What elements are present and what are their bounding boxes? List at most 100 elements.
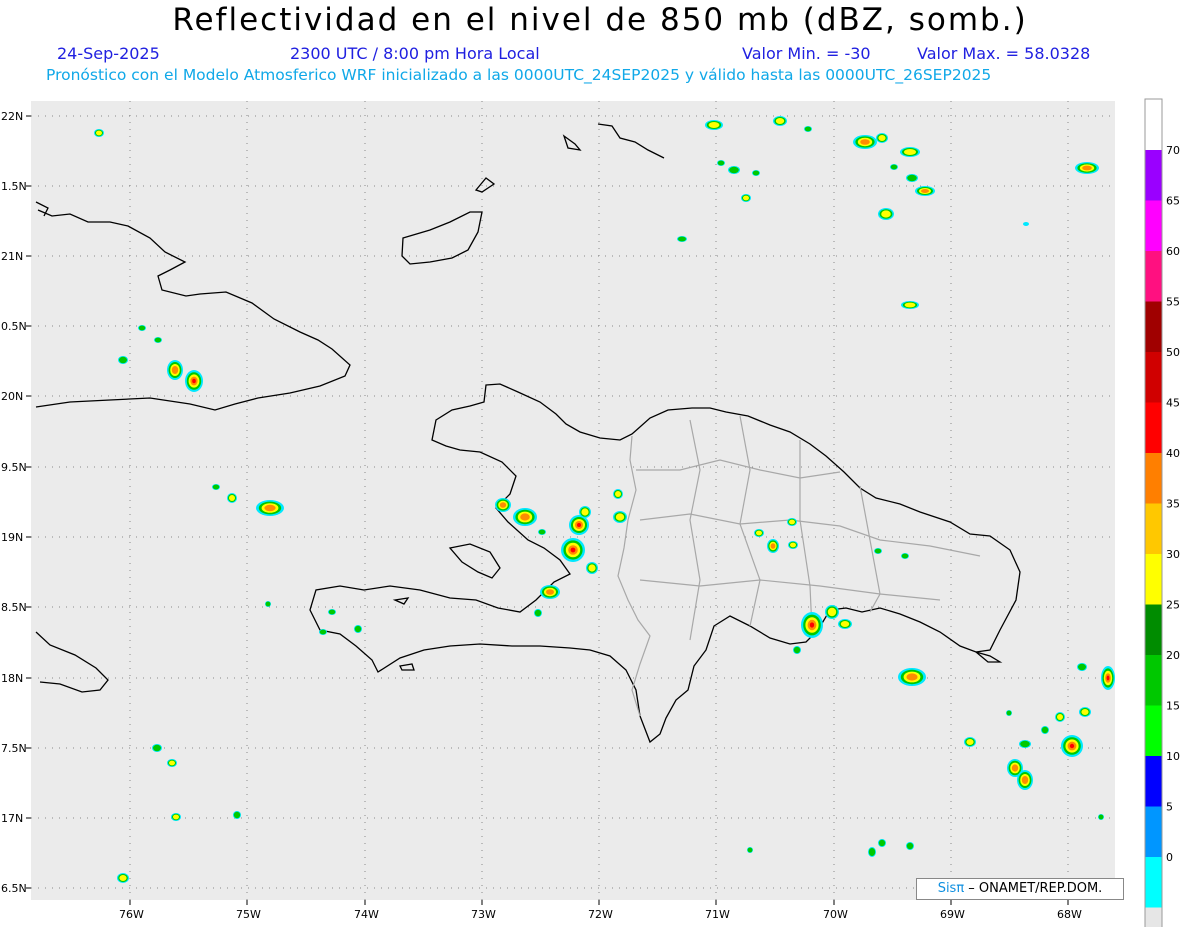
lat-tick-label: 18N	[1, 672, 23, 685]
colorbar-swatch	[1145, 907, 1162, 927]
colorbar-swatch	[1145, 150, 1162, 201]
lat-tick-label: 7.5N	[1, 742, 27, 755]
lon-tick-label: 76W	[119, 908, 144, 921]
reflectivity-cell	[677, 236, 687, 242]
colorbar-label: 15	[1166, 700, 1180, 713]
reflectivity-cell	[773, 116, 787, 126]
colorbar-label: 20	[1166, 649, 1180, 662]
reflectivity-cell	[898, 668, 926, 686]
colorbar-swatch	[1145, 604, 1162, 655]
reflectivity-cell	[513, 508, 537, 526]
reflectivity-cell	[1055, 712, 1065, 722]
reflectivity-cell	[94, 129, 104, 137]
colorbar-label: 0	[1166, 851, 1173, 864]
reflectivity-cell	[890, 164, 898, 170]
reflectivity-cell	[152, 744, 162, 752]
lat-tick-label: 17N	[1, 812, 23, 825]
lat-tick-label: 1.5N	[1, 180, 27, 193]
reflectivity-cell	[118, 356, 128, 364]
reflectivity-cell	[227, 493, 237, 503]
reflectivity-cell	[613, 511, 627, 523]
reflectivity-cell	[540, 585, 560, 599]
reflectivity-cell	[906, 174, 918, 182]
lon-tick-label: 74W	[354, 908, 379, 921]
reflectivity-cell	[868, 847, 876, 857]
reflectivity-cell	[1075, 162, 1099, 174]
colorbar-label: 25	[1166, 599, 1180, 612]
colorbar-swatch	[1145, 301, 1162, 352]
reflectivity-cell	[117, 873, 129, 883]
reflectivity-cell	[705, 120, 723, 130]
colorbar-swatch	[1145, 806, 1162, 857]
reflectivity-cell	[853, 135, 877, 149]
colorbar-swatch	[1145, 756, 1162, 807]
reflectivity-cell	[154, 337, 162, 343]
colorbar-label: 65	[1166, 195, 1180, 208]
colorbar-swatch	[1145, 352, 1162, 403]
reflectivity-cell	[901, 301, 919, 309]
reflectivity-cell	[1079, 707, 1091, 717]
reflectivity-cell	[1019, 740, 1031, 748]
lat-tick-label: 21N	[1, 250, 23, 263]
lat-tick-label: 19N	[1, 531, 23, 544]
reflectivity-cell	[838, 619, 852, 629]
lon-tick-label: 73W	[471, 908, 496, 921]
reflectivity-cell	[613, 489, 623, 499]
lon-tick-label: 75W	[236, 908, 261, 921]
colorbar-swatch	[1145, 705, 1162, 756]
lon-tick-label: 68W	[1057, 908, 1082, 921]
reflectivity-cell	[256, 500, 284, 516]
colorbar-label: 40	[1166, 447, 1180, 460]
reflectivity-cell	[495, 498, 511, 512]
colorbar-label: 60	[1166, 245, 1180, 258]
reflectivity-cell	[752, 170, 760, 176]
colorbar-label: 70	[1166, 144, 1180, 157]
lon-tick-label: 72W	[588, 908, 613, 921]
reflectivity-cell	[171, 813, 181, 821]
reflectivity-cell	[787, 518, 797, 526]
credit-text: – ONAMET/REP.DOM.	[964, 881, 1103, 896]
reflectivity-cell	[801, 612, 823, 638]
colorbar: 7065605550454035302520151050	[1144, 98, 1180, 927]
colorbar-label: 10	[1166, 750, 1180, 763]
lat-tick-label: 22N	[1, 110, 23, 123]
colorbar-label: 50	[1166, 346, 1180, 359]
reflectivity-cell	[561, 538, 585, 562]
reflectivity-cell	[569, 515, 589, 535]
colorbar-swatch	[1145, 554, 1162, 605]
reflectivity-cell	[1017, 770, 1033, 790]
reflectivity-cell	[874, 548, 882, 554]
colorbar-label: 30	[1166, 548, 1180, 561]
colorbar-swatch	[1145, 99, 1162, 150]
lat-tick-label: 9.5N	[1, 461, 27, 474]
map-background	[31, 101, 1115, 900]
reflectivity-cell	[767, 539, 779, 553]
credit-box: Sisπ – ONAMET/REP.DOM.	[916, 878, 1124, 900]
reflectivity-cell	[167, 360, 183, 380]
reflectivity-cell	[754, 529, 764, 537]
reflectivity-cell	[265, 601, 271, 607]
colorbar-label: 55	[1166, 296, 1180, 309]
reflectivity-cell	[804, 126, 812, 132]
reflectivity-cell	[138, 325, 146, 331]
sispi-logo: Sisπ	[937, 881, 965, 896]
reflectivity-cell	[1023, 222, 1029, 226]
reflectivity-cell	[717, 160, 725, 166]
reflectivity-cell	[878, 208, 894, 220]
reflectivity-cell	[906, 842, 914, 850]
lon-tick-label: 69W	[940, 908, 965, 921]
colorbar-swatch	[1145, 453, 1162, 504]
lat-tick-label: 0.5N	[1, 320, 27, 333]
reflectivity-cell	[233, 811, 241, 819]
reflectivity-cell	[328, 609, 336, 615]
colorbar-swatch	[1145, 857, 1162, 908]
reflectivity-cell	[185, 370, 203, 392]
reflectivity-cell	[354, 625, 362, 633]
reflectivity-cell	[728, 166, 740, 174]
reflectivity-cell	[747, 847, 753, 853]
reflectivity-cell	[876, 133, 888, 143]
colorbar-swatch	[1145, 503, 1162, 554]
lat-tick-label: 6.5N	[1, 882, 27, 895]
reflectivity-cell	[741, 194, 751, 202]
colorbar-label: 5	[1166, 801, 1173, 814]
